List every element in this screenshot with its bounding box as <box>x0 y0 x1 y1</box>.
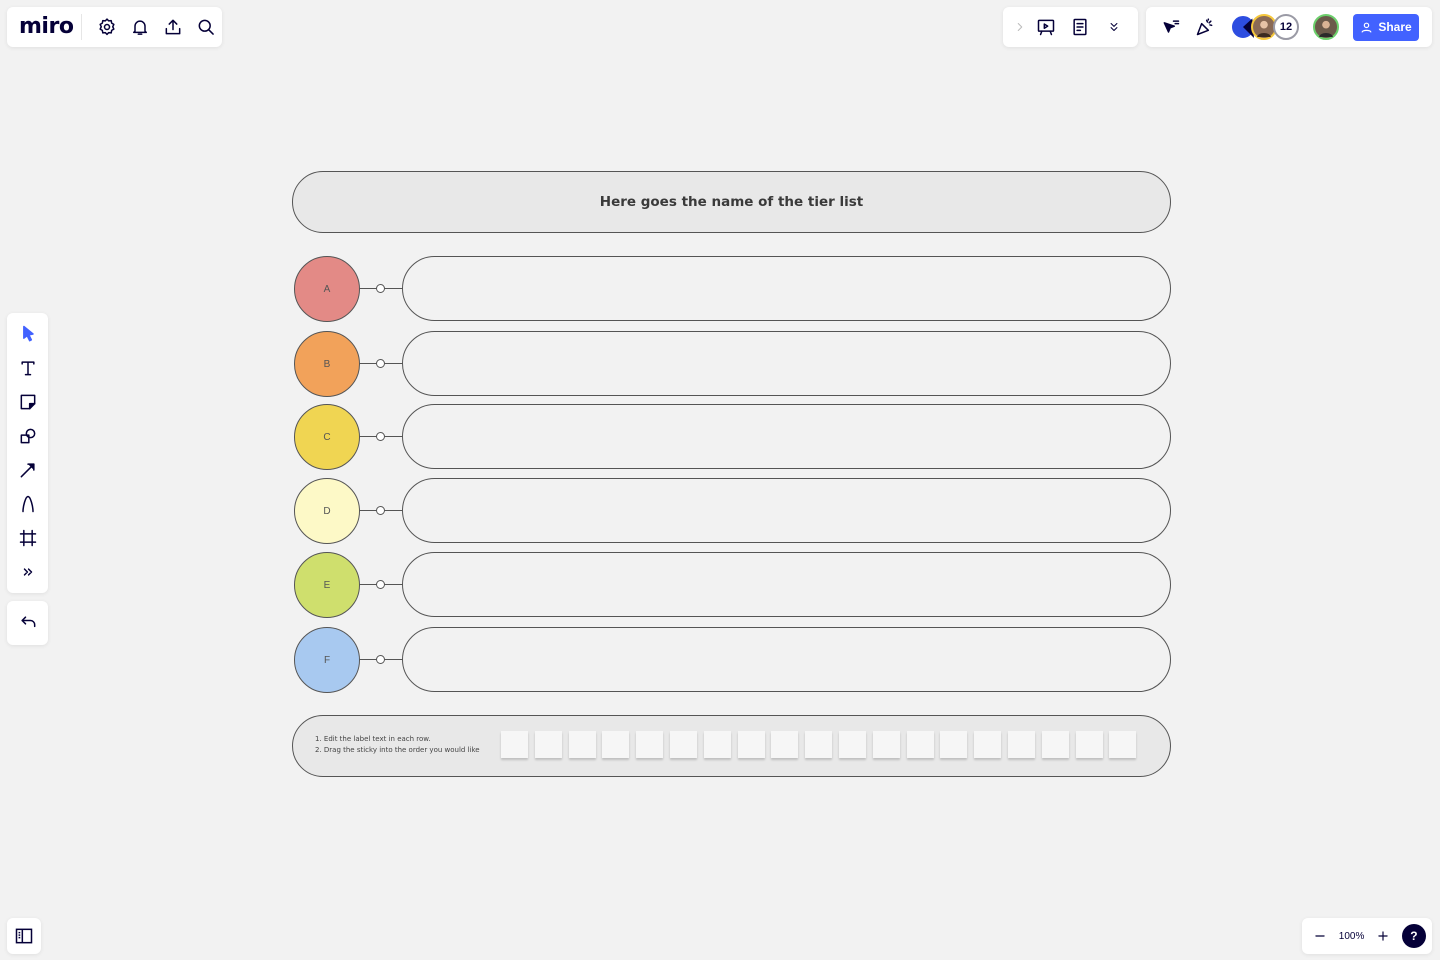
connector-handle[interactable] <box>376 284 385 293</box>
tier-row: D <box>294 478 1172 544</box>
sticky-note[interactable] <box>1109 731 1137 758</box>
more-tools-icon[interactable] <box>7 555 48 589</box>
sticky-note[interactable] <box>568 731 596 758</box>
miro-logo[interactable]: miro <box>19 14 83 40</box>
tier-lane[interactable] <box>402 256 1171 321</box>
zoom-level[interactable]: 100% <box>1339 931 1365 942</box>
tier-row: A <box>294 256 1172 322</box>
pen-tool-icon[interactable] <box>7 487 48 521</box>
more-collaborators-count[interactable]: 12 <box>1273 14 1299 40</box>
sticky-note[interactable] <box>906 731 934 758</box>
undo-panel <box>7 601 48 645</box>
connector-handle[interactable] <box>376 580 385 589</box>
tier-lane[interactable] <box>402 552 1171 617</box>
sticky-note[interactable] <box>602 731 630 758</box>
top-left-panel: miro <box>7 7 222 47</box>
current-user-avatar[interactable] <box>1313 14 1339 40</box>
undo-icon[interactable] <box>11 606 45 640</box>
share-button[interactable]: Share <box>1353 13 1419 41</box>
export-icon[interactable] <box>156 10 189 44</box>
tier-row: C <box>294 404 1172 470</box>
shapes-tool-icon[interactable] <box>7 419 48 453</box>
instructions-text: 1. Edit the label text in each row. 2. D… <box>315 735 480 754</box>
sticky-note[interactable] <box>737 731 765 758</box>
sticky-note[interactable] <box>872 731 900 758</box>
tier-label[interactable]: E <box>294 552 360 618</box>
instructions-panel[interactable]: 1. Edit the label text in each row. 2. D… <box>292 715 1171 777</box>
connector-handle[interactable] <box>376 359 385 368</box>
sticky-note[interactable] <box>771 731 799 758</box>
top-center-panel <box>1003 7 1138 47</box>
sticky-note[interactable] <box>1075 731 1103 758</box>
sticky-note[interactable] <box>703 731 731 758</box>
more-chevron-icon[interactable] <box>1097 10 1131 44</box>
sidebar-toggle[interactable] <box>7 918 41 954</box>
tier-list-title[interactable]: Here goes the name of the tier list <box>292 171 1171 233</box>
sidebar-panel-icon <box>15 928 33 944</box>
notifications-icon[interactable] <box>123 10 156 44</box>
presentation-icon[interactable] <box>1029 10 1063 44</box>
tier-lane[interactable] <box>402 331 1171 396</box>
creation-toolbar <box>7 313 48 593</box>
collaborator-avatars[interactable]: 12 <box>1230 14 1339 40</box>
user-icon <box>1361 22 1372 33</box>
sticky-note[interactable] <box>940 731 968 758</box>
tier-label[interactable]: F <box>294 627 360 693</box>
sticky-note[interactable] <box>838 731 866 758</box>
expand-chevron-icon[interactable] <box>1011 10 1029 44</box>
notes-icon[interactable] <box>1063 10 1097 44</box>
sticky-pool <box>501 731 1137 758</box>
tier-lane[interactable] <box>402 404 1171 469</box>
connection-line-tool-icon[interactable] <box>7 453 48 487</box>
select-tool-icon[interactable] <box>7 317 48 351</box>
tier-lane[interactable] <box>402 478 1171 543</box>
text-tool-icon[interactable] <box>7 351 48 385</box>
sticky-note[interactable] <box>534 731 562 758</box>
connector-handle[interactable] <box>376 655 385 664</box>
sticky-note[interactable] <box>1041 731 1069 758</box>
zoom-in-button[interactable] <box>1371 919 1395 953</box>
connector-handle[interactable] <box>376 432 385 441</box>
frame-tool-icon[interactable] <box>7 521 48 555</box>
connector-handle[interactable] <box>376 506 385 515</box>
sticky-note[interactable] <box>501 731 528 758</box>
help-button[interactable]: ? <box>1401 924 1426 948</box>
sticky-note[interactable] <box>669 731 697 758</box>
sticky-note[interactable] <box>1007 731 1035 758</box>
tier-label[interactable]: A <box>294 256 360 322</box>
search-icon[interactable] <box>189 10 222 44</box>
sticky-note[interactable] <box>805 731 833 758</box>
tier-label[interactable]: C <box>294 404 360 470</box>
zoom-controls: 100% ? <box>1302 918 1432 954</box>
settings-icon[interactable] <box>90 10 123 44</box>
tier-row: B <box>294 331 1172 397</box>
tier-lane[interactable] <box>402 627 1171 692</box>
sticky-note[interactable] <box>974 731 1002 758</box>
sticky-note-tool-icon[interactable] <box>7 385 48 419</box>
zoom-out-button[interactable] <box>1308 919 1332 953</box>
tier-row: F <box>294 627 1172 693</box>
cursor-follow-icon[interactable] <box>1154 10 1188 44</box>
tier-label[interactable]: B <box>294 331 360 397</box>
top-right-panel: 12 Share <box>1146 7 1432 47</box>
tier-label[interactable]: D <box>294 478 360 544</box>
celebrate-icon[interactable] <box>1188 10 1222 44</box>
sticky-note[interactable] <box>636 731 664 758</box>
tier-row: E <box>294 552 1172 618</box>
